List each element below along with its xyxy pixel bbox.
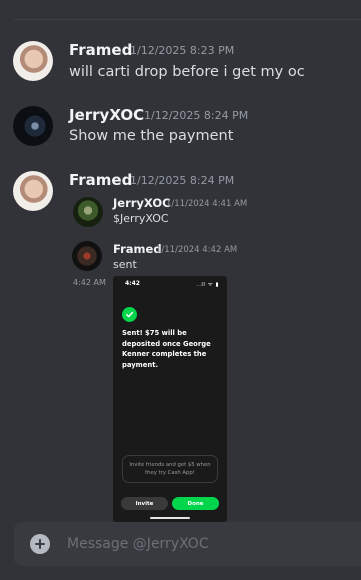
avatar[interactable] bbox=[72, 241, 102, 271]
divider bbox=[14, 19, 361, 20]
author-name[interactable]: Framed bbox=[69, 41, 132, 59]
author-name[interactable]: JerryXOC bbox=[69, 106, 144, 124]
message-input[interactable] bbox=[67, 534, 357, 554]
invite-button: Invite bbox=[121, 497, 168, 510]
message-text: Show me the payment bbox=[69, 128, 234, 144]
avatar[interactable] bbox=[13, 171, 53, 211]
payment-confirmation-text: Sent! $75 will be deposited once George … bbox=[122, 329, 211, 369]
message-composer bbox=[14, 522, 361, 566]
home-indicator bbox=[150, 517, 190, 519]
message-text: will carti drop before i get my oc bbox=[69, 64, 305, 80]
forwarded-timestamp: 1/11/2024 4:41 AM bbox=[166, 199, 248, 209]
message-timestamp: 1/12/2025 8:23 PM bbox=[130, 44, 235, 57]
forwarded-author-name[interactable]: Framed bbox=[113, 242, 162, 256]
payment-screenshot-image[interactable]: 4:42 ..ll ᯤ ▮ Sent! $75 will be deposite… bbox=[113, 276, 227, 522]
avatar[interactable] bbox=[13, 41, 53, 81]
message-timestamp: 1/12/2025 8:24 PM bbox=[130, 174, 235, 187]
invite-promo: Invite friends and get $5 when they try … bbox=[122, 455, 218, 483]
plus-icon bbox=[35, 539, 45, 549]
phone-status-time: 4:42 bbox=[125, 280, 140, 287]
author-name[interactable]: Framed bbox=[69, 171, 132, 189]
done-button: Done bbox=[172, 497, 219, 510]
forwarded-timestamp: 1/11/2024 4:42 AM bbox=[156, 245, 238, 255]
add-attachment-button[interactable] bbox=[30, 534, 50, 554]
forwarded-text: $JerryXOC bbox=[113, 212, 169, 225]
avatar[interactable] bbox=[73, 197, 103, 227]
forwarded-text: sent bbox=[113, 258, 137, 271]
hover-timestamp: 4:42 AM bbox=[73, 278, 106, 287]
phone-status-icons: ..ll ᯤ ▮ bbox=[196, 282, 219, 288]
forwarded-author-name[interactable]: JerryXOC bbox=[113, 196, 171, 210]
chat-view: Framed 1/12/2025 8:23 PM will carti drop… bbox=[0, 0, 361, 580]
message-timestamp: 1/12/2025 8:24 PM bbox=[144, 109, 249, 122]
checkmark-icon bbox=[122, 307, 137, 322]
avatar[interactable] bbox=[13, 106, 53, 146]
